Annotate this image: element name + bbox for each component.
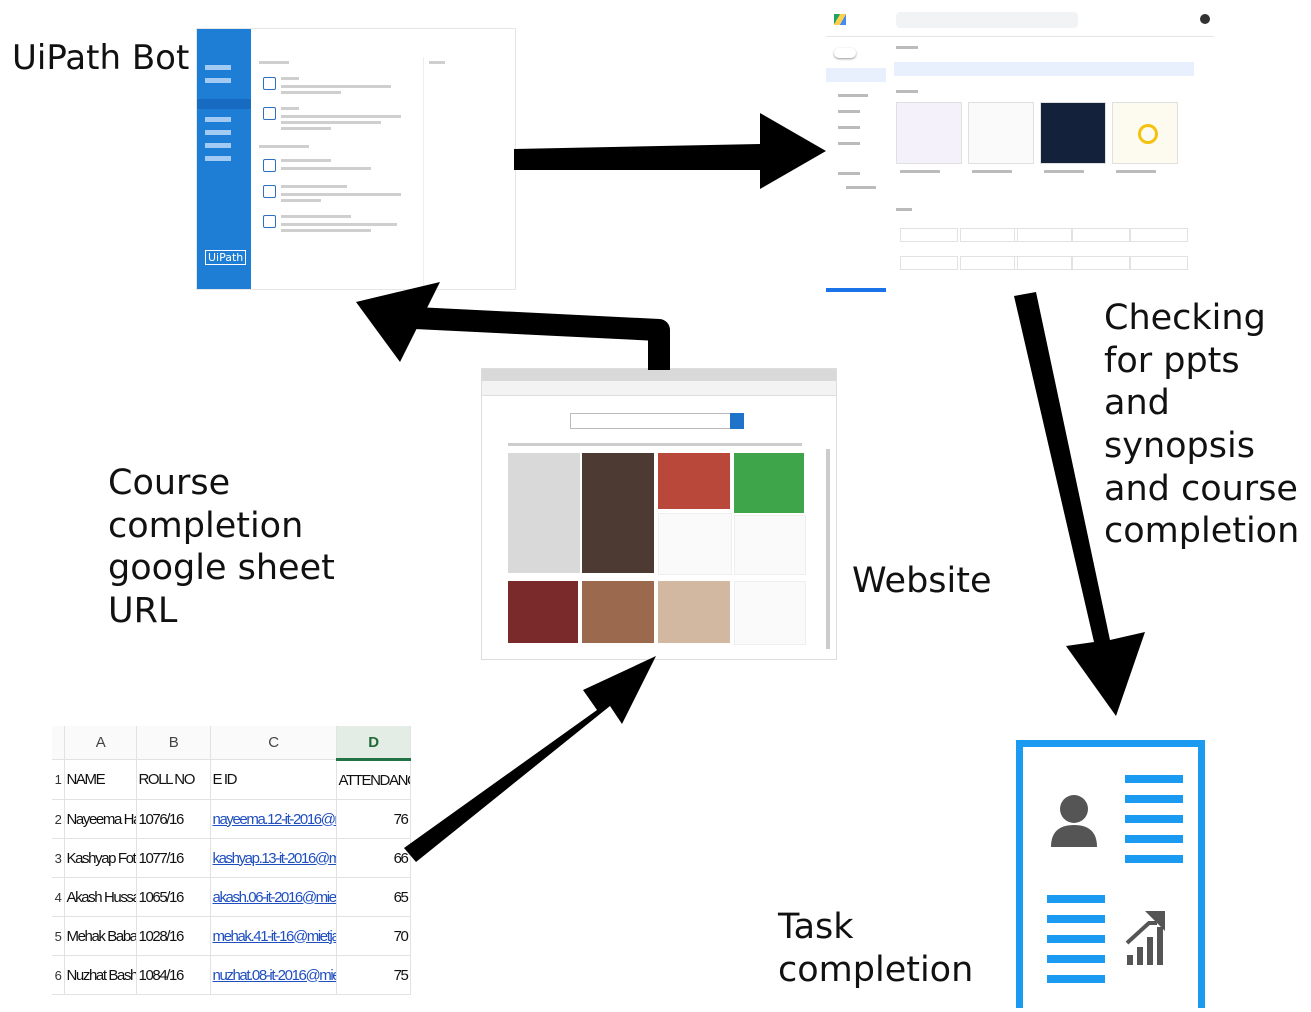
- arrow-drive-to-task: [1014, 292, 1145, 716]
- arrow-website-to-uipath: [414, 307, 670, 370]
- arrow-uipath-to-drive: [514, 113, 826, 189]
- flow-arrows: [356, 113, 1145, 862]
- arrow-sheet-to-website: [404, 656, 656, 862]
